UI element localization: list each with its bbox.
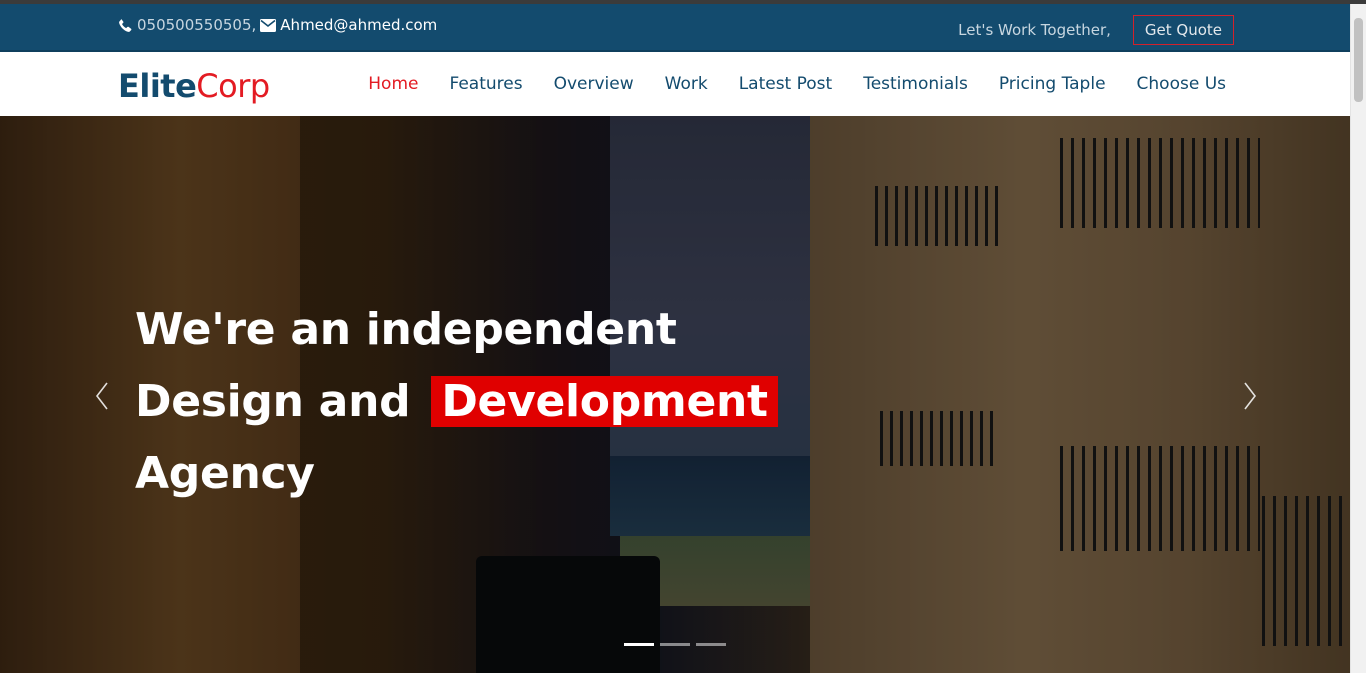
nav-item-pricing-table[interactable]: Pricing Taple xyxy=(999,74,1106,94)
nav-item-latest-post[interactable]: Latest Post xyxy=(739,74,833,94)
brand-logo[interactable]: EliteCorp xyxy=(118,67,270,105)
hero-highlight: Development xyxy=(431,376,778,427)
email-address[interactable]: Ahmed@ahmed.com xyxy=(280,16,437,34)
carousel-next-button[interactable] xyxy=(1238,381,1262,411)
carousel-indicator[interactable] xyxy=(696,643,726,646)
tagline-text: Let's Work Together, xyxy=(958,21,1111,39)
scrollbar-thumb[interactable] xyxy=(1354,18,1363,102)
page-scrollbar[interactable] xyxy=(1350,4,1366,673)
nav-item-home[interactable]: Home xyxy=(368,74,418,94)
get-quote-button[interactable]: Get Quote xyxy=(1132,15,1234,45)
hero-line-2-prefix: Design and xyxy=(135,376,411,427)
hero-line-2: Design and Development xyxy=(135,366,778,438)
hero-line-1: We're an independent xyxy=(135,304,677,355)
nav-menu: Home Features Overview Work Latest Post … xyxy=(337,74,1226,94)
hero-carousel: We're an independent Design and Developm… xyxy=(0,116,1350,673)
phone-icon xyxy=(119,18,132,32)
phone-number[interactable]: 050500550505, xyxy=(137,16,256,34)
nav-item-work[interactable]: Work xyxy=(665,74,708,94)
brand-logo-part2: Corp xyxy=(196,67,270,105)
carousel-prev-button[interactable] xyxy=(90,381,114,411)
top-contact-bar: 050500550505, Ahmed@ahmed.com Let's Work… xyxy=(0,4,1350,52)
contact-info: 050500550505, Ahmed@ahmed.com xyxy=(118,16,437,34)
chevron-right-icon xyxy=(1244,382,1257,410)
nav-item-overview[interactable]: Overview xyxy=(554,74,634,94)
topbar-right: Let's Work Together, Get Quote xyxy=(958,15,1234,45)
hero-line-3: Agency xyxy=(135,448,315,499)
brand-logo-part1: Elite xyxy=(118,67,197,105)
carousel-indicator[interactable] xyxy=(660,643,690,646)
nav-item-testimonials[interactable]: Testimonials xyxy=(863,74,968,94)
main-navbar: EliteCorp Home Features Overview Work La… xyxy=(0,54,1350,116)
envelope-icon xyxy=(260,18,277,32)
hero-headline: We're an independent Design and Developm… xyxy=(135,294,778,510)
carousel-indicators xyxy=(624,643,732,646)
carousel-indicator[interactable] xyxy=(624,643,654,646)
chevron-left-icon xyxy=(95,382,108,410)
nav-item-features[interactable]: Features xyxy=(449,74,522,94)
nav-item-choose-us[interactable]: Choose Us xyxy=(1137,74,1226,94)
